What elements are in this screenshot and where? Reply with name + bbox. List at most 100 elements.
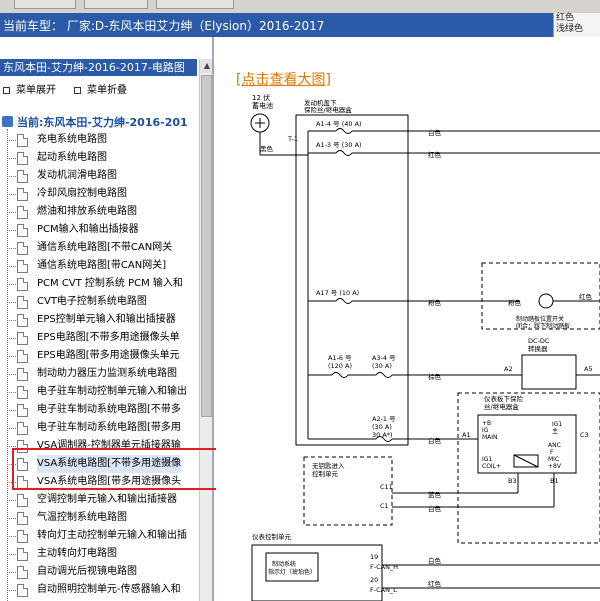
document-icon xyxy=(17,314,28,327)
folder-icon xyxy=(2,116,13,127)
document-icon xyxy=(17,296,28,309)
tree-root[interactable]: 当前:东风本田-艾力绅-2016-201 xyxy=(2,114,188,130)
document-icon xyxy=(17,170,28,183)
fuse-a16-symbol xyxy=(331,372,349,378)
dcdc-a2: A2 xyxy=(504,365,513,373)
fuse-a21-amps: (30 A) xyxy=(372,423,392,431)
expand-menu-button[interactable]: 菜单展开 xyxy=(3,81,56,96)
relay-ig1-main: 主 xyxy=(552,427,558,435)
tree-item[interactable]: EPS电路图[带多用途摄像头单元 xyxy=(0,347,200,365)
dcdc-title: DC-DC xyxy=(528,337,550,345)
scroll-thumb[interactable] xyxy=(201,75,212,417)
dcdc-subtitle: 转换器 xyxy=(528,344,548,353)
tree-item-label: 电子驻车制动控制单元输入和输出 xyxy=(37,386,187,397)
toolbar-button-3[interactable] xyxy=(156,0,234,9)
scroll-up-icon[interactable]: ▲ xyxy=(200,59,212,73)
tree-item-label: 气温控制系统电路图 xyxy=(37,512,127,523)
fuse-a34-label: A3-4 号 xyxy=(372,354,396,362)
tree-item[interactable]: 空调控制单元输入和输出插接器 xyxy=(0,491,200,509)
fuse-a21-label: A2-1 号 xyxy=(372,415,396,423)
tree-item-label: PCM输入和输出插接器 xyxy=(37,224,139,235)
document-icon xyxy=(17,548,28,561)
tree-item[interactable]: 自动调光后视镜电路图 xyxy=(0,563,200,581)
battery-voltage: 12 伏 xyxy=(252,93,270,102)
document-icon xyxy=(17,188,28,201)
tree-item[interactable]: 气温控制系统电路图 xyxy=(0,509,200,527)
tree-scrollbar[interactable]: ▲ xyxy=(199,59,212,601)
relay-main: MAIN xyxy=(482,434,498,441)
tree-item[interactable]: 充电系统电路图 xyxy=(0,131,200,149)
meter-indicator1: 制动系统 xyxy=(272,560,296,568)
panel-title: 东风本田-艾力绅-2016-2017-电路图 xyxy=(0,59,197,76)
tree-item[interactable]: 主动转向灯电路图 xyxy=(0,545,200,563)
document-icon xyxy=(17,134,28,147)
tree-item-label: 冷却风扇控制电路图 xyxy=(37,188,127,199)
tree-item[interactable]: PCM输入和输出插接器 xyxy=(0,221,200,239)
keyless-line2: 控制单元 xyxy=(312,469,339,478)
tree-item[interactable]: 制动助力器压力监测系统电路图 xyxy=(0,365,200,383)
dcdc-box xyxy=(521,354,577,390)
document-icon xyxy=(17,260,28,273)
tree-item[interactable]: PCM CVT 控制系统 PCM 输入和 xyxy=(0,275,200,293)
tree-item[interactable]: 电子驻车制动控制单元输入和输出 xyxy=(0,383,200,401)
collapse-icon xyxy=(74,87,81,94)
tree-item[interactable]: 通信系统电路图[不带CAN网关 xyxy=(0,239,200,257)
header-right-panel: 红色 浅绿色 xyxy=(553,13,600,37)
tree-item[interactable]: 冷却风扇控制电路图 xyxy=(0,185,200,203)
document-icon xyxy=(17,404,28,417)
tree-item[interactable]: 发动机润滑电路图 xyxy=(0,167,200,185)
document-icon xyxy=(17,530,28,543)
tree-item[interactable]: EPS控制单元输入和输出插接器 xyxy=(0,311,200,329)
relay-ig: IG xyxy=(482,427,489,434)
relay-plus-b: +B xyxy=(482,420,491,427)
fuse-box-outline xyxy=(295,114,409,446)
fuse-a16-amps: (120 A) xyxy=(328,362,352,370)
current-model-title: 当前车型： 厂家:D-东风本田艾力绅（Elysion）2016-2017 xyxy=(3,19,325,33)
dash-fuse-line1: 仪表板下保险 xyxy=(484,394,524,403)
view-large-link[interactable]: [点击查看大图] xyxy=(236,69,331,89)
top-toolbar xyxy=(0,0,600,13)
relay-ig1b: IG1 xyxy=(482,456,492,463)
tree-panel: 东风本田-艾力绅-2016-2017-电路图 菜单展开 菜单折叠 当前:东风本田… xyxy=(0,37,214,601)
dash-fuse-a1: A1 xyxy=(462,431,471,439)
fuse-a17-label: A17 号 (10 A) xyxy=(316,289,359,297)
tree-item-label: 通信系统电路图[带CAN网关] xyxy=(37,260,167,271)
document-icon xyxy=(17,152,28,165)
fuse-a34-symbol xyxy=(375,372,393,378)
keyless-blue: 蓝色 xyxy=(428,490,442,499)
fuse-a17-symbol xyxy=(335,298,353,304)
document-icon xyxy=(17,494,28,507)
tree-item[interactable]: 自动照明控制单元-传感器输入和 xyxy=(0,581,200,599)
tree-item[interactable]: 转向灯主动控制单元输入和输出插 xyxy=(0,527,200,545)
meter-wire1: 白色 xyxy=(428,556,442,565)
tree-item-label: 自动照明控制单元-传感器输入和 xyxy=(37,584,181,595)
fuse-box-line2: 保险丝/继电器盒 xyxy=(304,105,352,114)
document-icon xyxy=(17,386,28,399)
tree-item[interactable]: 电子驻车制动系统电路图[不带多 xyxy=(0,401,200,419)
tree-item-label: EPS控制单元输入和输出插接器 xyxy=(37,314,176,325)
fuse-a16-label: A1-6 号 xyxy=(328,354,352,362)
relay-mic: MIC xyxy=(548,456,559,463)
fuse-a13-label: A1-3 号 (30 A) xyxy=(316,141,362,149)
tree-item[interactable]: 电子驻车制动系统电路图[带多用 xyxy=(0,419,200,437)
keyless-c1: C1 xyxy=(380,502,389,510)
toolbar-button-1[interactable] xyxy=(14,0,76,9)
meter-indicator2: 指示灯（琥珀色） xyxy=(268,568,316,576)
tree-item[interactable]: EPS电路图[不带多用途摄像头单 xyxy=(0,329,200,347)
document-icon xyxy=(17,368,28,381)
relay-coil: COIL+ xyxy=(482,463,501,470)
toolbar-button-2[interactable] xyxy=(84,0,148,9)
tree-item-label: 转向灯主动控制单元输入和输出插 xyxy=(37,530,187,541)
current-model-bar: 当前车型： 厂家:D-东风本田艾力绅（Elysion）2016-2017 红色 … xyxy=(0,13,600,37)
tree-item-label: 充电系统电路图 xyxy=(37,134,107,145)
tree-item[interactable]: CVT电子控制系统电路图 xyxy=(0,293,200,311)
tree-item[interactable]: 燃油和排放系统电路图 xyxy=(0,203,200,221)
tree-item-label: 起动系统电路图 xyxy=(37,152,107,163)
tree-item[interactable]: 通信系统电路图[带CAN网关] xyxy=(0,257,200,275)
document-icon xyxy=(17,584,28,597)
tree-item[interactable]: 起动系统电路图 xyxy=(0,149,200,167)
collapse-menu-button[interactable]: 菜单折叠 xyxy=(74,81,127,96)
dcdc-wire-color: 棕色 xyxy=(428,372,442,381)
tree-item-label: CVT电子控制系统电路图 xyxy=(37,296,147,307)
tree-item-label: EPS电路图[不带多用途摄像头单 xyxy=(37,332,180,343)
